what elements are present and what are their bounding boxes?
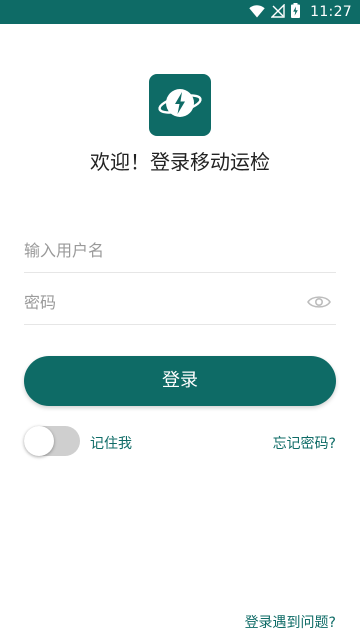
- lightning-globe-icon: [157, 83, 203, 127]
- password-input[interactable]: [24, 280, 294, 324]
- username-field: [24, 228, 336, 273]
- status-icons: 11:27: [249, 0, 352, 24]
- toggle-knob: [24, 426, 54, 456]
- forgot-password-link[interactable]: 忘记密码?: [273, 433, 336, 453]
- status-time: 11:27: [310, 4, 352, 20]
- wifi-icon: [249, 3, 265, 22]
- username-input[interactable]: [24, 228, 294, 272]
- app-logo: [149, 74, 211, 136]
- login-button[interactable]: 登录: [24, 356, 336, 406]
- eye-icon[interactable]: [306, 290, 332, 314]
- no-signal-icon: [270, 2, 285, 22]
- password-field: [24, 280, 336, 325]
- remember-label[interactable]: 记住我: [90, 433, 132, 453]
- remember-toggle[interactable]: [24, 426, 80, 456]
- battery-charging-icon: [291, 2, 301, 22]
- status-bar: 11:27: [0, 0, 360, 24]
- login-problem-link[interactable]: 登录遇到问题?: [245, 612, 336, 632]
- welcome-title: 欢迎！登录移动运检: [90, 150, 270, 174]
